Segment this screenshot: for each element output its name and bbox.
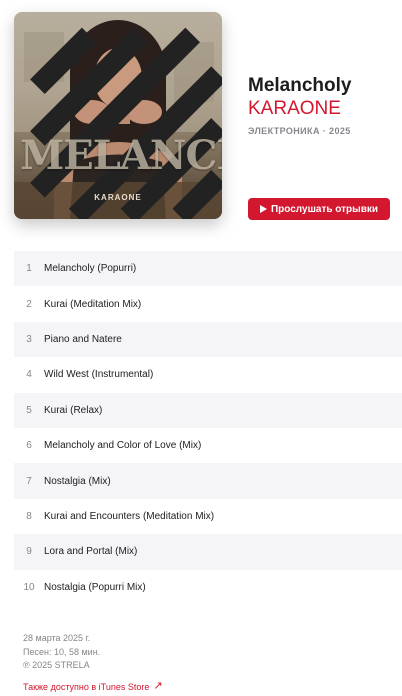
track-title: Kurai (Meditation Mix): [44, 298, 142, 310]
preview-button-label: Прослушать отрывки: [270, 203, 379, 215]
arrow-up-right-icon: ↗: [153, 680, 163, 692]
track-list: 1 Melancholy (Popurri) 2 Kurai (Meditati…: [14, 251, 402, 605]
track-number: 3: [26, 333, 32, 345]
album-cover[interactable]: MELANCHOLY KARAONE: [14, 12, 222, 219]
track-title: Melancholy (Popurri): [44, 263, 137, 275]
track-number: 1: [26, 263, 32, 275]
track-number: 4: [26, 369, 32, 381]
release-date: 28 марта 2025 г.: [23, 633, 91, 643]
track-row[interactable]: 1 Melancholy (Popurri): [14, 251, 402, 287]
track-row[interactable]: 8 Kurai and Encounters (Meditation Mix): [14, 499, 402, 534]
track-row[interactable]: 6 Melancholy and Color of Love (Mix): [14, 428, 402, 463]
cover-artist-text: KARAONE: [94, 193, 142, 202]
album-genre-year: ЭЛЕКТРОНИКА · 2025: [248, 126, 351, 136]
track-number: 8: [26, 510, 32, 522]
track-number: 7: [26, 475, 32, 487]
track-title: Kurai (Relax): [44, 404, 103, 416]
album-title: Melancholy: [248, 75, 352, 96]
track-title: Nostalgia (Popurri Mix): [44, 581, 146, 593]
itunes-store-link[interactable]: Также доступно в iTunes Store ↗: [23, 681, 163, 692]
preview-button[interactable]: Прослушать отрывки: [248, 198, 390, 220]
album-header: MELANCHOLY KARAONE Melancholy KARAONE ЭЛ…: [0, 0, 402, 236]
track-number: 5: [26, 404, 32, 416]
track-title: Melancholy and Color of Love (Mix): [44, 440, 202, 452]
album-footer: 28 марта 2025 г. Песен: 10, 58 мин. ℗ 20…: [23, 632, 100, 673]
track-title: Piano and Natere: [44, 333, 122, 345]
album-artist-link[interactable]: KARAONE: [248, 98, 341, 120]
label-logo-icon: [24, 22, 222, 219]
track-number: 6: [26, 440, 32, 452]
track-row[interactable]: 10 Nostalgia (Popurri Mix): [14, 570, 402, 605]
itunes-link-label: Также доступно в iTunes Store: [23, 681, 150, 692]
track-title: Kurai and Encounters (Meditation Mix): [44, 510, 215, 522]
track-row[interactable]: 7 Nostalgia (Mix): [14, 463, 402, 499]
track-row[interactable]: 5 Kurai (Relax): [14, 392, 402, 428]
track-row[interactable]: 9 Lora and Portal (Mix): [14, 534, 402, 570]
track-title: Nostalgia (Mix): [44, 475, 111, 487]
track-number: 2: [26, 298, 32, 310]
track-row[interactable]: 2 Kurai (Meditation Mix): [14, 286, 402, 321]
track-summary: Песен: 10, 58 мин.: [23, 646, 101, 657]
track-row[interactable]: 4 Wild West (Instrumental): [14, 357, 402, 392]
track-title: Lora and Portal (Mix): [44, 546, 138, 558]
play-icon: [259, 205, 267, 213]
track-number: 10: [23, 581, 35, 593]
copyright: ℗ 2025 STRELA: [23, 660, 90, 670]
cover-title-text: MELANCHOLY: [20, 132, 222, 179]
track-title: Wild West (Instrumental): [44, 369, 154, 381]
track-row[interactable]: 3 Piano and Natere: [14, 321, 402, 358]
track-number: 9: [26, 546, 32, 558]
